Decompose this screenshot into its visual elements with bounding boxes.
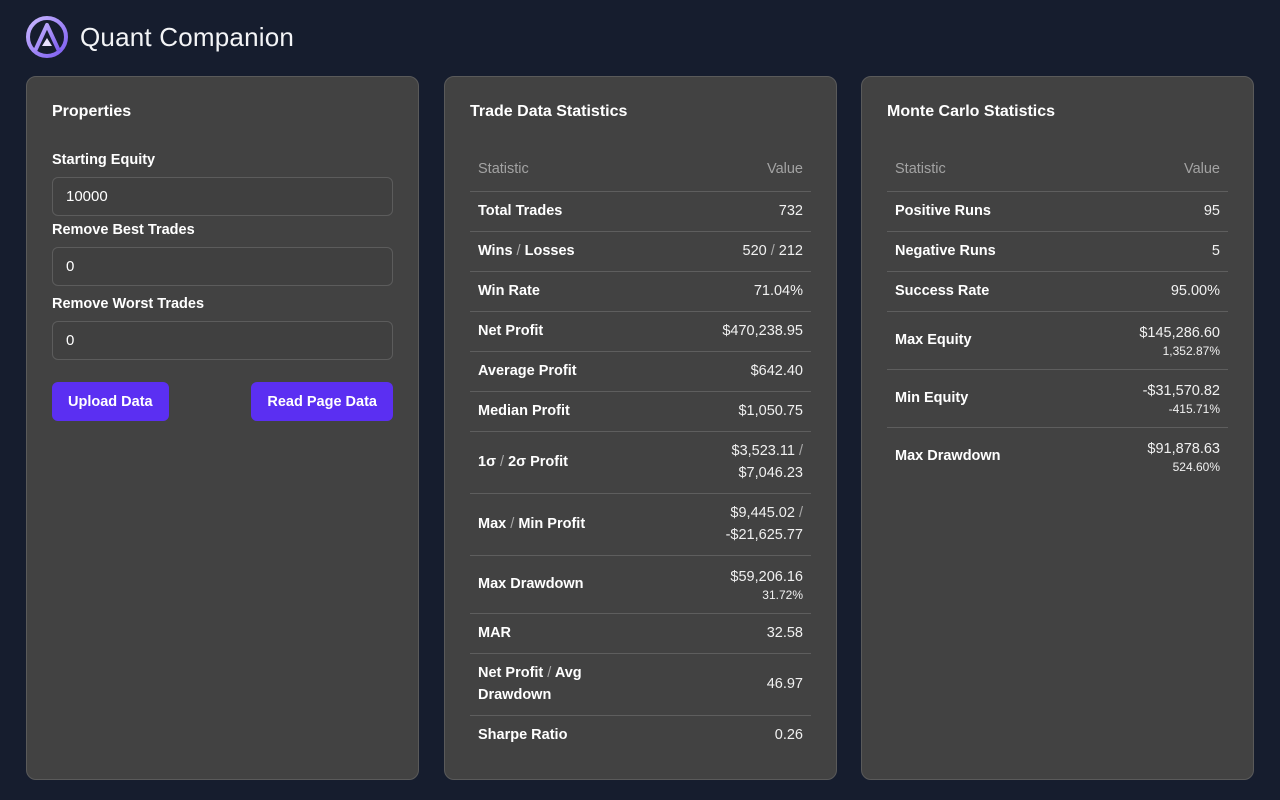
starting-equity-label: Starting Equity (52, 152, 156, 168)
stat-value: $1,050.75 (657, 391, 811, 432)
stat-value: 32.58 (657, 613, 811, 654)
table-row: Win Rate 71.04% (470, 271, 811, 312)
table-row: Median Profit $1,050.75 (470, 391, 811, 432)
starting-equity-input[interactable] (52, 177, 393, 216)
trade-stats-title: Trade Data Statistics (470, 103, 628, 120)
table-row: MAR 32.58 (470, 613, 811, 654)
table-row: Success Rate 95.00% (887, 271, 1228, 312)
stat-label: Wins / Losses (470, 231, 658, 272)
monte-carlo-title: Monte Carlo Statistics (887, 103, 1056, 120)
read-page-data-button[interactable]: Read Page Data (251, 382, 393, 421)
table-row: 1σ / 2σ Profit $3,523.11 /$7,046.23 (470, 431, 811, 494)
app-logo-icon (26, 16, 68, 58)
stat-label: Success Rate (887, 271, 1075, 312)
column-header-value: Value (1074, 147, 1228, 192)
column-header-value: Value (657, 147, 811, 192)
stat-label: Max Equity (887, 311, 1075, 370)
column-header-statistic: Statistic (470, 147, 658, 192)
stat-label: Total Trades (470, 191, 658, 232)
stat-subvalue: -415.71% (1168, 402, 1220, 416)
remove-best-trades-label: Remove Best Trades (52, 222, 195, 238)
table-header-row: Statistic Value (887, 147, 1228, 192)
stat-value: 46.97 (657, 653, 811, 716)
table-row: Average Profit $642.40 (470, 351, 811, 392)
trade-stats-table: Statistic Value Total Trades 732 Wins / … (470, 147, 811, 755)
monte-carlo-card: Monte Carlo Statistics Statistic Value P… (861, 76, 1254, 780)
table-row: Max Drawdown $59,206.16 31.72% (470, 555, 811, 614)
stat-value: 0.26 (774, 727, 803, 744)
stat-value: $91,878.63 524.60% (1075, 427, 1228, 485)
properties-title: Properties (52, 103, 132, 120)
stat-value: $145,286.60 1,352.87% (1074, 311, 1228, 370)
stat-label: Max Drawdown (895, 448, 1001, 465)
table-header-row: Statistic Value (470, 147, 811, 192)
table-row: Max / Min Profit $9,445.02 /-$21,625.77 (470, 493, 811, 556)
trade-stats-card: Trade Data Statistics Statistic Value To… (444, 76, 837, 780)
table-row: Negative Runs 5 (887, 231, 1228, 272)
stat-label: Negative Runs (887, 231, 1075, 272)
stat-value: -$31,570.82 -415.71% (1074, 369, 1228, 428)
remove-best-trades-input[interactable] (52, 247, 393, 286)
stat-subvalue: 31.72% (762, 588, 803, 602)
stat-value: 95 (1074, 191, 1228, 232)
stat-value: 732 (657, 191, 811, 232)
stat-label: 1σ / 2σ Profit (470, 431, 658, 494)
app-header: Quant Companion (25, 14, 294, 60)
stat-label: Positive Runs (887, 191, 1075, 232)
remove-worst-trades-label: Remove Worst Trades (52, 296, 205, 312)
stat-subvalue: 1,352.87% (1162, 344, 1220, 358)
monte-carlo-table: Statistic Value Positive Runs 95 Negativ… (887, 147, 1228, 485)
stat-value: 520 / 212 (657, 231, 811, 272)
table-row: Net Profit $470,238.95 (470, 311, 811, 352)
table-row: Max Drawdown $91,878.63 524.60% (887, 427, 1228, 485)
properties-card: Properties Starting Equity Remove Best T… (26, 76, 419, 780)
table-row: Wins / Losses 520 / 212 (470, 231, 811, 272)
stat-label: Min Equity (887, 369, 1075, 428)
stat-label: Sharpe Ratio (478, 727, 568, 744)
app-title: Quant Companion (80, 21, 295, 52)
stat-value: 5 (1074, 231, 1228, 272)
table-row: Max Equity $145,286.60 1,352.87% (887, 311, 1228, 370)
stat-value: 95.00% (1074, 271, 1228, 312)
table-row: Net Profit / Avg Drawdown 46.97 (470, 653, 811, 716)
stat-value: $59,206.16 31.72% (657, 555, 811, 614)
stat-label: Net Profit / Avg Drawdown (470, 653, 658, 716)
stat-label: Median Profit (470, 391, 658, 432)
stat-label: Average Profit (470, 351, 658, 392)
table-row: Sharpe Ratio 0.26 (470, 715, 811, 755)
stat-value: $470,238.95 (657, 311, 811, 352)
column-header-statistic: Statistic (887, 147, 1075, 192)
table-row: Min Equity -$31,570.82 -415.71% (887, 369, 1228, 428)
stat-label: Max Drawdown (470, 555, 658, 614)
table-row: Total Trades 732 (470, 191, 811, 232)
table-row: Positive Runs 95 (887, 191, 1228, 232)
stat-value: $9,445.02 /-$21,625.77 (657, 493, 811, 556)
stat-value: 71.04% (657, 271, 811, 312)
stat-label: Net Profit (470, 311, 658, 352)
stat-label: Win Rate (470, 271, 658, 312)
stat-subvalue: 524.60% (1172, 460, 1220, 475)
upload-data-button[interactable]: Upload Data (52, 382, 169, 421)
stat-value: $3,523.11 /$7,046.23 (657, 431, 811, 494)
stat-value: $642.40 (657, 351, 811, 392)
stat-label: Max / Min Profit (470, 493, 658, 556)
remove-worst-trades-input[interactable] (52, 321, 393, 360)
stat-label: MAR (470, 613, 658, 654)
